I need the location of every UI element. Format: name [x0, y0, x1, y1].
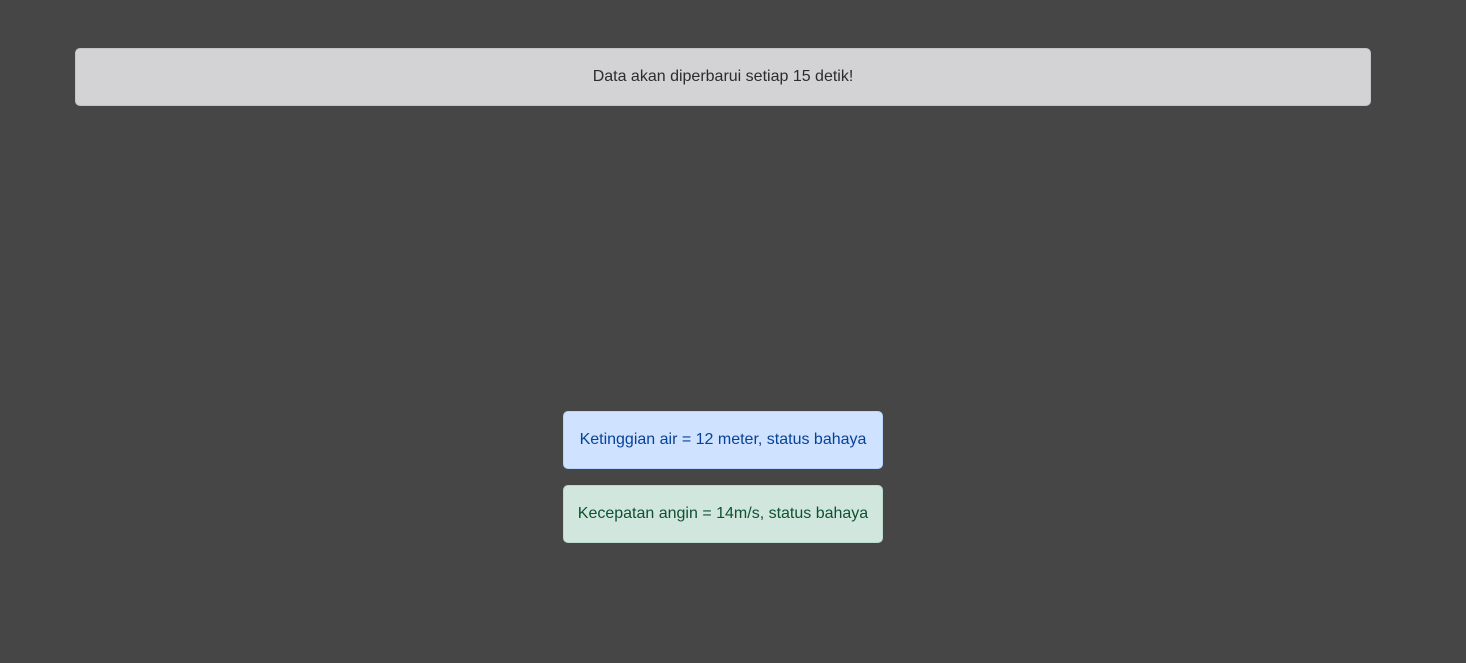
wind-speed-alert: Kecepatan angin = 14m/s, status bahaya	[563, 485, 883, 543]
wind-speed-text: Kecepatan angin = 14m/s, status bahaya	[577, 505, 869, 522]
water-level-alert: Ketinggian air = 12 meter, status bahaya	[563, 411, 883, 469]
update-notice-banner: Data akan diperbarui setiap 15 detik!	[75, 48, 1371, 106]
water-level-text: Ketinggian air = 12 meter, status bahaya	[579, 431, 867, 448]
update-notice-text: Data akan diperbarui setiap 15 detik!	[592, 68, 854, 85]
